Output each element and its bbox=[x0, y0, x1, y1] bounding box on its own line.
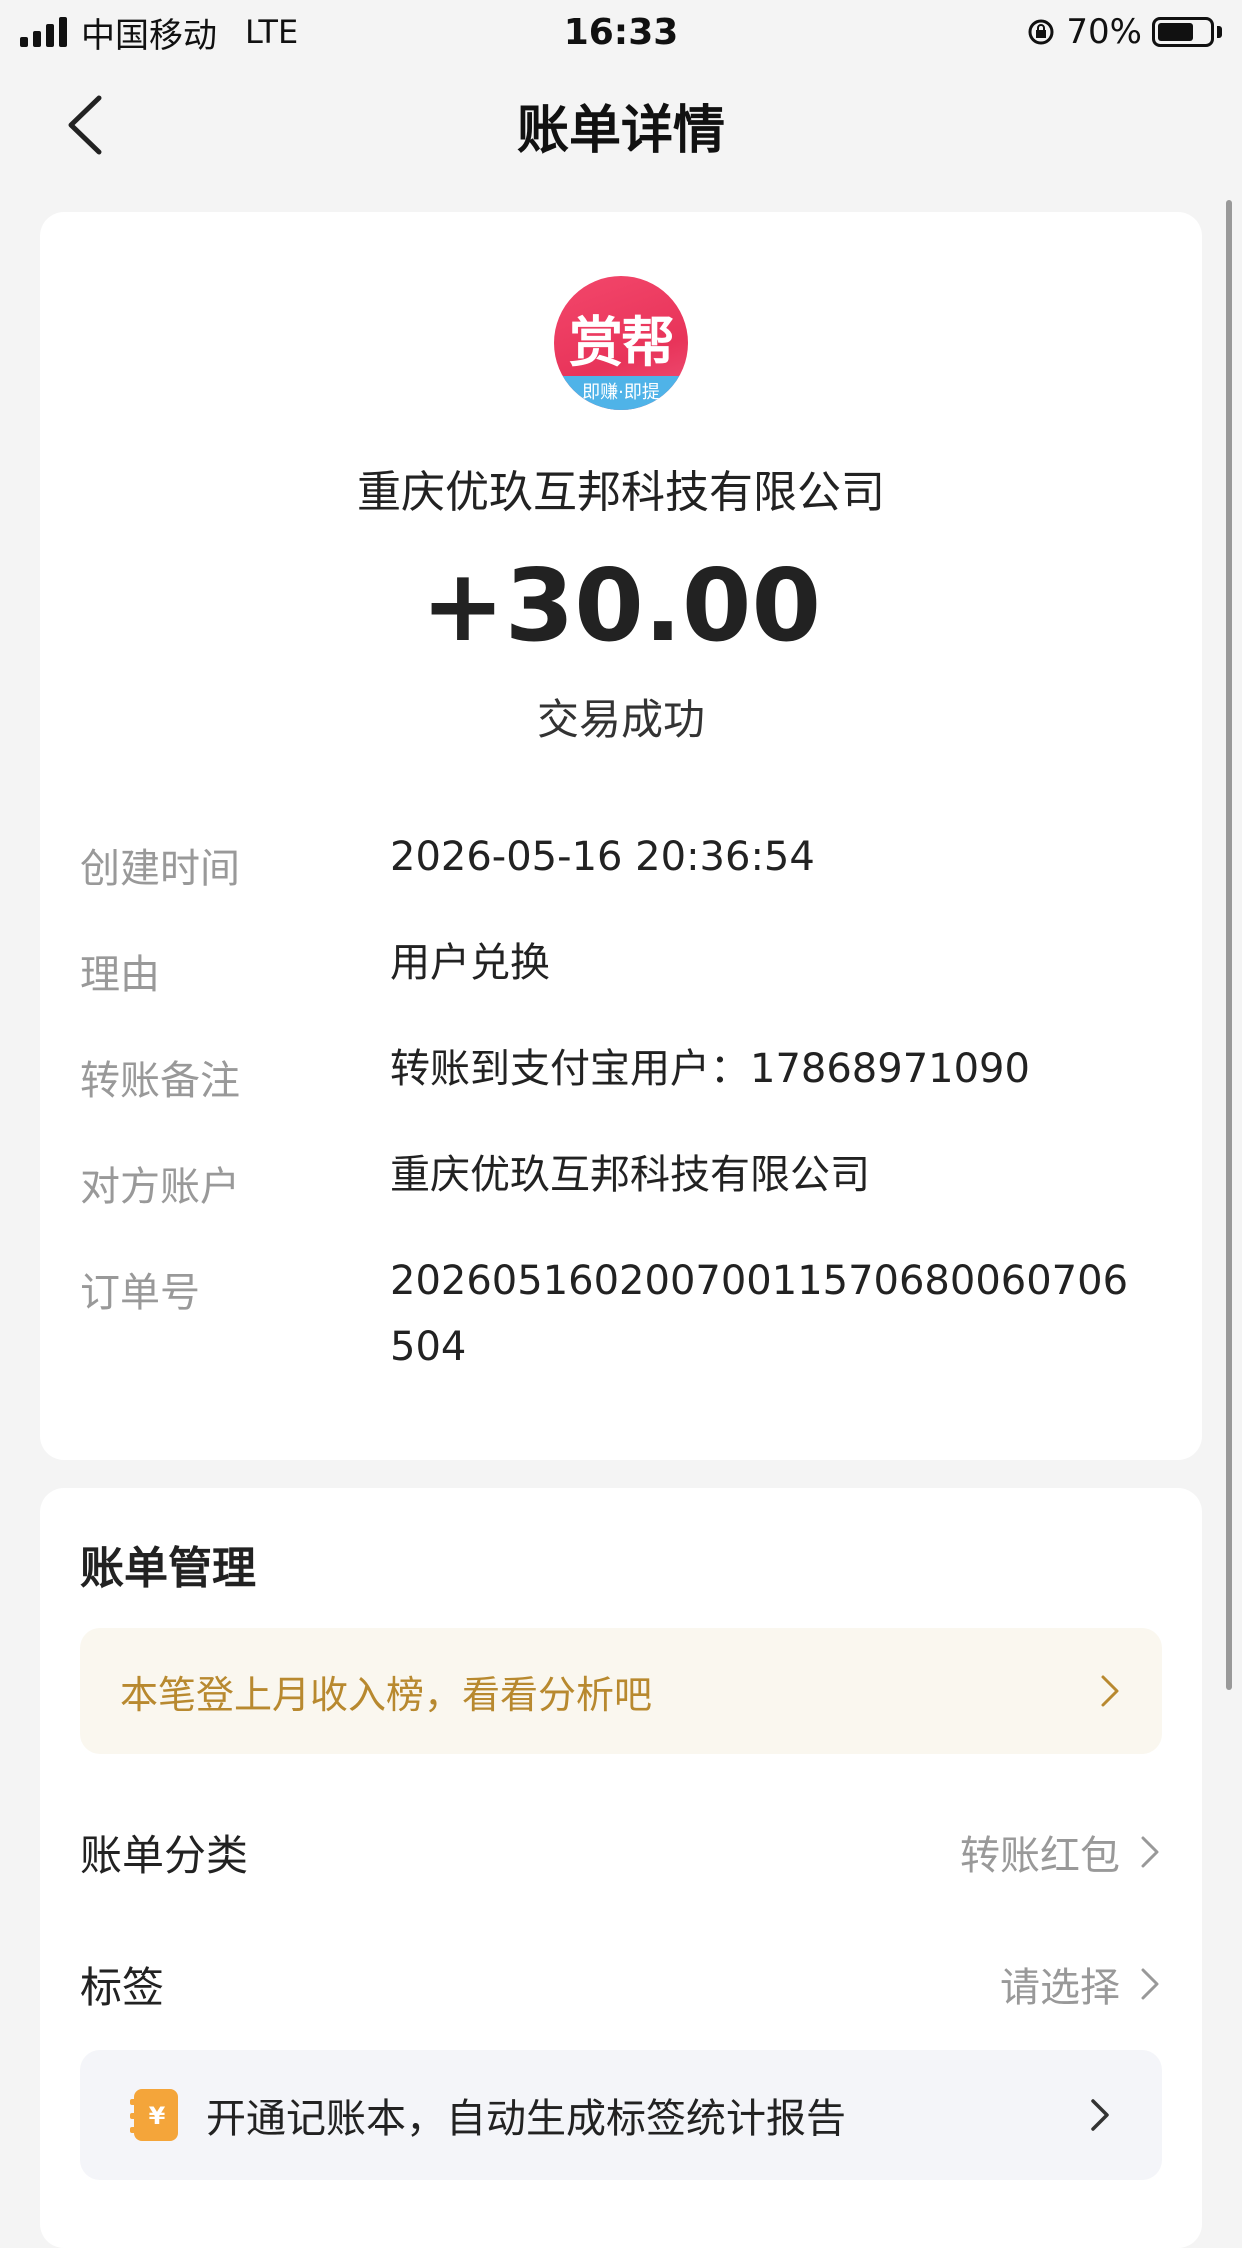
bill-detail-card: 赏帮 即赚·即提 重庆优玖互邦科技有限公司 +30.00 交易成功 创建时间 2… bbox=[40, 212, 1202, 1460]
bill-management-card: 账单管理 本笔登上月收入榜，看看分析吧 账单分类 转账红包 标签 请选择 ¥ 开… bbox=[40, 1488, 1202, 2248]
carrier-name: 中国移动 bbox=[81, 15, 217, 56]
promo-text: 开通记账本，自动生成标签统计报告 bbox=[206, 2096, 846, 2142]
svg-text:¥: ¥ bbox=[149, 2102, 166, 2130]
page-title: 账单详情 bbox=[516, 100, 725, 161]
category-value: 转账红包 bbox=[960, 1833, 1120, 1879]
section-title: 账单管理 bbox=[80, 1543, 256, 1594]
order-number-value[interactable]: 20260516020070011570680060706504 bbox=[390, 1248, 1130, 1380]
chevron-right-icon bbox=[1101, 1675, 1119, 1707]
status-right: 70% bbox=[1026, 12, 1222, 52]
chevron-right-icon bbox=[1141, 1836, 1159, 1868]
scrollbar[interactable] bbox=[1226, 200, 1232, 1690]
category-label: 账单分类 bbox=[80, 1830, 249, 1880]
detail-label: 创建时间 bbox=[80, 846, 240, 892]
detail-value: 转账到支付宝用户：17868971090 bbox=[390, 1046, 1030, 1092]
detail-label: 理由 bbox=[80, 952, 160, 998]
nav-bar: 账单详情 bbox=[0, 70, 1242, 180]
signal-icon bbox=[20, 17, 67, 47]
ledger-book-icon: ¥ bbox=[130, 2089, 178, 2141]
merchant-logo: 赏帮 即赚·即提 bbox=[554, 276, 688, 410]
detail-label: 对方账户 bbox=[80, 1164, 240, 1210]
merchant-logo-text: 赏帮 bbox=[569, 311, 675, 374]
ledger-promo-banner[interactable]: ¥ 开通记账本，自动生成标签统计报告 bbox=[80, 2050, 1162, 2180]
tag-label: 标签 bbox=[80, 1962, 165, 2012]
battery-percent: 70% bbox=[1066, 12, 1142, 52]
chevron-right-icon bbox=[1141, 1968, 1159, 2000]
tag-value: 请选择 bbox=[1000, 1965, 1120, 2011]
status-bar: 中国移动 LTE 16:33 70% bbox=[0, 0, 1242, 64]
detail-row-transfer-note: 转账备注 转账到支付宝用户：17868971090 bbox=[80, 1046, 1180, 1106]
battery-icon bbox=[1152, 17, 1222, 47]
detail-label: 转账备注 bbox=[80, 1058, 240, 1104]
detail-row-order-number[interactable]: 订单号 20260516020070011570680060706504 bbox=[80, 1258, 1180, 1380]
rotation-lock-icon bbox=[1028, 19, 1054, 45]
chevron-left-icon bbox=[68, 95, 102, 155]
income-rank-tip[interactable]: 本笔登上月收入榜，看看分析吧 bbox=[80, 1628, 1162, 1754]
detail-row-created-time: 创建时间 2026-05-16 20:36:54 bbox=[80, 834, 1180, 894]
detail-label: 订单号 bbox=[80, 1270, 200, 1316]
tip-text: 本笔登上月收入榜，看看分析吧 bbox=[120, 1672, 653, 1717]
tag-row[interactable]: 标签 请选择 bbox=[80, 1944, 1162, 2024]
detail-value: 用户兑换 bbox=[390, 940, 550, 986]
back-button[interactable] bbox=[50, 90, 120, 160]
merchant-name: 重庆优玖互邦科技有限公司 bbox=[357, 467, 885, 518]
detail-value: 重庆优玖互邦科技有限公司 bbox=[390, 1152, 870, 1198]
transaction-status: 交易成功 bbox=[536, 695, 705, 744]
merchant-logo-subtext: 即赚·即提 bbox=[554, 376, 688, 410]
transaction-amount: +30.00 bbox=[420, 547, 822, 664]
battery-fill bbox=[1158, 23, 1193, 41]
status-left: 中国移动 LTE bbox=[20, 8, 298, 57]
chevron-right-icon bbox=[1091, 2099, 1109, 2131]
detail-row-counterparty: 对方账户 重庆优玖互邦科技有限公司 bbox=[80, 1152, 1180, 1212]
network-type: LTE bbox=[245, 13, 299, 51]
bill-category-row[interactable]: 账单分类 转账红包 bbox=[80, 1812, 1162, 1892]
detail-row-reason: 理由 用户兑换 bbox=[80, 940, 1180, 1000]
detail-value: 2026-05-16 20:36:54 bbox=[390, 834, 815, 880]
